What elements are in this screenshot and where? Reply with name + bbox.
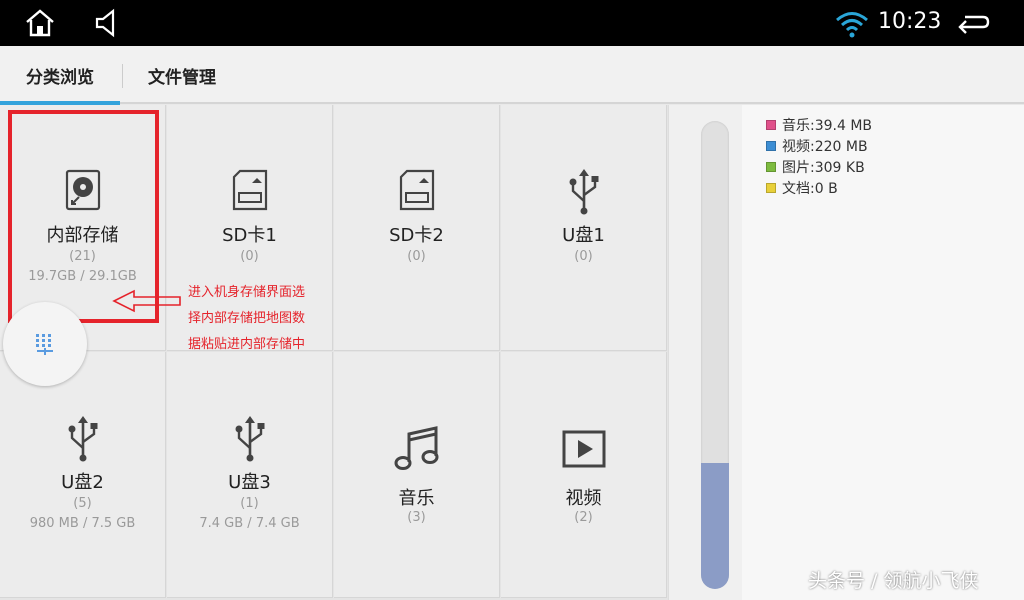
legend-item-music: 音乐:39.4 MB	[766, 115, 872, 135]
music-icon	[334, 426, 499, 472]
grid-item-count: (0)	[240, 249, 259, 264]
annotation-text: 进入机身存储界面选 择内部存储把地图数 据粘贴进内部存储中	[188, 280, 338, 358]
clock: 10:23	[878, 9, 942, 34]
video-icon	[501, 430, 666, 468]
annotation-line: 据粘贴进内部存储中	[188, 337, 306, 352]
grid-item-label: 视频	[565, 488, 602, 509]
grid-item-label: 音乐	[398, 488, 435, 509]
storage-usage-bar	[701, 121, 729, 589]
watermark: 头条号 / 领航小飞侠	[808, 570, 979, 592]
home-icon[interactable]	[22, 6, 58, 40]
legend-swatch	[766, 183, 776, 193]
legend-label: 文档:0 B	[782, 181, 838, 197]
legend-item-document: 文档:0 B	[766, 178, 838, 198]
grid-item-count: (2)	[574, 510, 593, 525]
storage-usage-fill	[701, 462, 729, 589]
arrow-left-icon	[112, 289, 181, 313]
grid-item-count: (5)	[73, 496, 92, 511]
keypad-icon	[36, 334, 53, 355]
sd-card-icon	[167, 169, 332, 211]
grid-item-label: U盘3	[228, 472, 271, 493]
grid-item-count: (0)	[407, 249, 426, 264]
usb-icon	[501, 167, 666, 215]
status-bar: 10:23	[0, 0, 1024, 46]
storage-chart-area	[668, 105, 742, 600]
sd-card-icon	[334, 169, 499, 211]
legend-label: 音乐:39.4 MB	[782, 118, 873, 134]
annotation-line: 择内部存储把地图数	[188, 311, 306, 326]
tab-file-manager[interactable]: 文件管理	[124, 46, 240, 104]
grid-item-video[interactable]: 视频 (2)	[501, 352, 667, 598]
legend-label: 图片:309 KB	[782, 160, 865, 176]
grid-item-count: (3)	[407, 510, 426, 525]
legend-swatch	[766, 162, 776, 172]
grid-item-size: 7.4 GB / 7.4 GB	[199, 516, 300, 531]
usb-icon	[167, 414, 332, 462]
volume-icon[interactable]	[90, 6, 126, 40]
storage-legend: 音乐:39.4 MB 视频:220 MB 图片:309 KB 文档:0 B	[742, 105, 1024, 600]
floating-keypad-button[interactable]	[3, 302, 87, 386]
grid-item-sd-card-2[interactable]: SD卡2 (0)	[334, 105, 500, 351]
grid-item-usb-2[interactable]: U盘2 (5) 980 MB / 7.5 GB	[0, 352, 166, 598]
grid-item-label: SD卡2	[389, 225, 444, 246]
tab-category-browse[interactable]: 分类浏览	[0, 46, 120, 106]
grid-item-label: U盘2	[61, 472, 104, 493]
legend-swatch	[766, 120, 776, 130]
usb-icon	[0, 414, 165, 462]
grid-item-music[interactable]: 音乐 (3)	[334, 352, 500, 598]
legend-item-image: 图片:309 KB	[766, 157, 865, 177]
grid-item-label: U盘1	[562, 225, 605, 246]
grid-item-usb-1[interactable]: U盘1 (0)	[501, 105, 667, 351]
grid-item-count: (1)	[240, 496, 259, 511]
back-icon[interactable]	[955, 6, 991, 40]
legend-swatch	[766, 141, 776, 151]
grid-item-label: SD卡1	[222, 225, 277, 246]
tab-divider	[122, 64, 123, 88]
grid-item-usb-3[interactable]: U盘3 (1) 7.4 GB / 7.4 GB	[167, 352, 333, 598]
grid-item-size: 980 MB / 7.5 GB	[29, 516, 136, 531]
legend-label: 视频:220 MB	[782, 139, 868, 155]
grid-item-count: (0)	[574, 249, 593, 264]
legend-item-video: 视频:220 MB	[766, 136, 868, 156]
wifi-icon	[834, 8, 870, 42]
tab-bar: 分类浏览 文件管理	[0, 46, 1024, 106]
annotation-line: 进入机身存储界面选	[188, 285, 306, 300]
